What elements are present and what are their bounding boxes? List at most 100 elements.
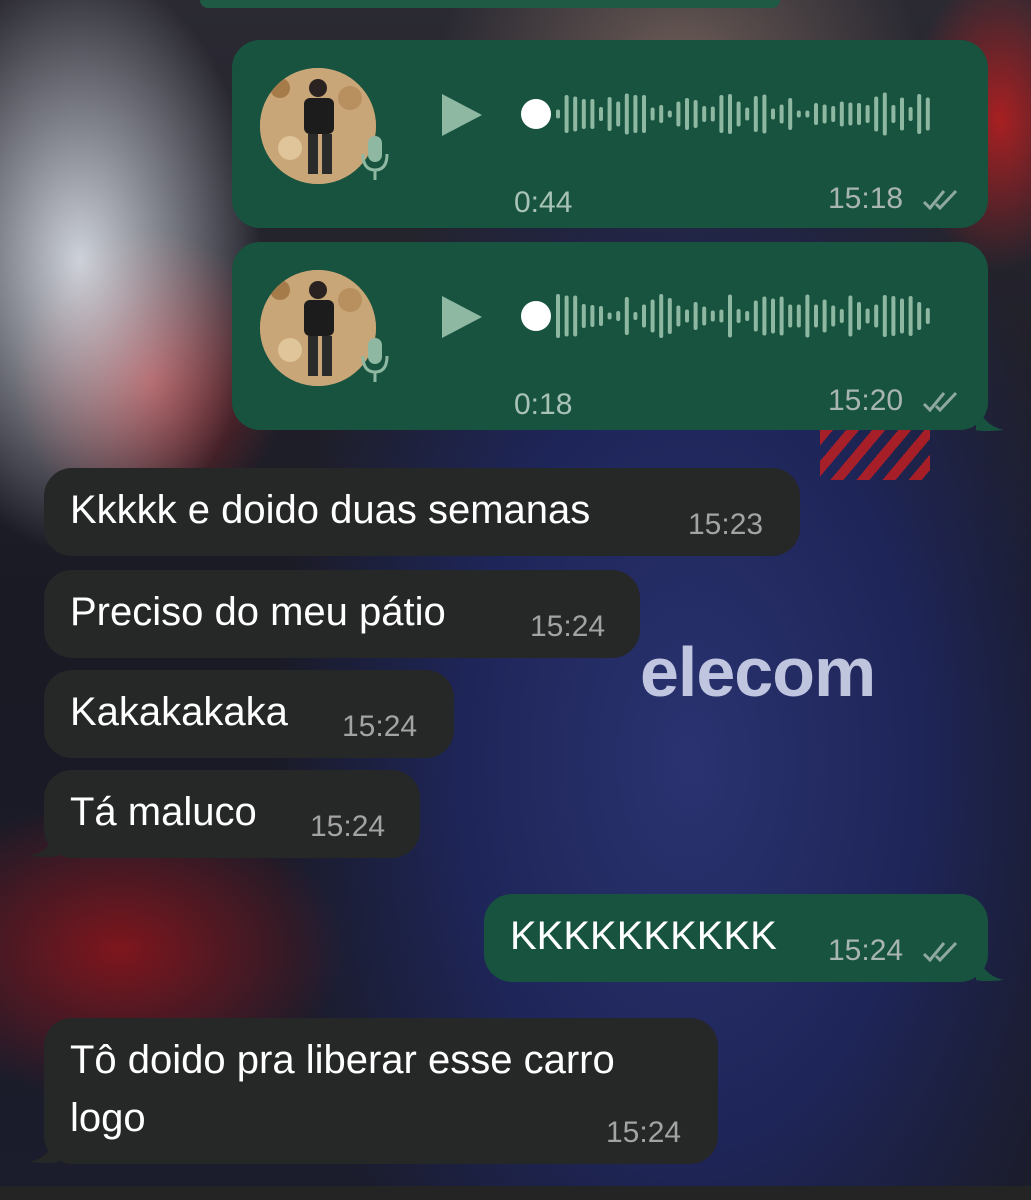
- message-text: Kkkkk e doido duas semanas: [70, 488, 591, 532]
- voice-message-2[interactable]: 0:18 15:20: [232, 242, 988, 430]
- waveform-bar: [642, 95, 646, 133]
- waveform-bar: [753, 300, 758, 332]
- waveform-bar: [659, 294, 664, 338]
- waveform-bar: [556, 294, 560, 338]
- waveform-bar: [908, 296, 913, 336]
- waveform-bar: [925, 97, 930, 131]
- message-text: KKKKKKKKKK: [510, 914, 777, 958]
- waveform-bar: [745, 107, 750, 121]
- message-time: 15:24: [606, 1116, 682, 1149]
- waveform-bar: [891, 105, 896, 123]
- avatar: [260, 270, 376, 386]
- waveform-bar: [917, 94, 922, 134]
- waveform-bar: [599, 306, 603, 326]
- message-time: 15:18: [828, 182, 904, 215]
- waveform-bar: [771, 298, 775, 334]
- waveform-bar: [736, 101, 741, 127]
- waveform-bar: [659, 105, 664, 123]
- waveform-bar: [573, 295, 578, 337]
- message-bubble-outgoing[interactable]: KKKKKKKKKK 15:24: [484, 894, 988, 982]
- waveform[interactable]: [520, 88, 940, 145]
- waveform-bar: [882, 295, 887, 337]
- waveform-bar: [762, 296, 767, 336]
- waveform-bar: [796, 304, 801, 328]
- waveform-bar: [796, 110, 801, 118]
- waveform-bar: [779, 104, 784, 124]
- waveform-bar: [805, 110, 810, 118]
- waveform-bar: [874, 96, 879, 132]
- waveform-bar: [633, 95, 638, 133]
- message-bubble-incoming[interactable]: Kakakakaka 15:24: [44, 670, 454, 758]
- waveform-bar: [925, 308, 930, 324]
- wallpaper-stripe: [820, 430, 930, 480]
- waveform-bar: [882, 92, 887, 136]
- double-check-icon: [922, 188, 964, 217]
- message-text: Kakakakaka: [70, 690, 288, 734]
- waveform-bar: [771, 108, 775, 120]
- waveform-bar: [719, 309, 724, 323]
- message-bubble-incoming[interactable]: Tô doido pra liberar esse carro logo 15:…: [44, 1018, 718, 1164]
- waveform-bar: [839, 101, 844, 127]
- waveform-bar: [702, 306, 707, 326]
- waveform-bar: [900, 298, 904, 334]
- waveform-bar: [753, 96, 758, 132]
- message-bubble-incoming[interactable]: Kkkkk e doido duas semanas 15:23: [44, 468, 800, 556]
- message-text: Tá maluco: [70, 790, 257, 834]
- waveform-bar: [581, 99, 586, 129]
- waveform-bar: [865, 105, 870, 123]
- play-icon[interactable]: [440, 294, 484, 345]
- waveform-bar: [848, 295, 853, 337]
- waveform-bar: [831, 106, 836, 122]
- waveform-bar: [667, 110, 672, 118]
- waveform[interactable]: [520, 290, 940, 347]
- waveform-bar: [564, 95, 569, 133]
- waveform-bar: [702, 106, 707, 122]
- message-time: 15:24: [530, 610, 606, 643]
- waveform-bar: [616, 311, 621, 321]
- double-check-icon: [922, 390, 964, 419]
- waveform-bar: [607, 97, 612, 131]
- message-time: 15:23: [688, 508, 764, 541]
- playback-position-dot: [521, 301, 551, 331]
- voice-message-1[interactable]: 0:44 15:18: [232, 40, 988, 228]
- waveform-bar: [693, 302, 698, 330]
- waveform-bar: [745, 311, 750, 321]
- waveform-bar: [736, 309, 741, 323]
- message-text: Preciso do meu pátio: [70, 590, 446, 634]
- waveform-bar: [607, 312, 612, 320]
- waveform-bar: [814, 103, 818, 125]
- waveform-bar: [556, 109, 560, 119]
- waveform-bar: [650, 299, 655, 333]
- waveform-bar: [779, 296, 784, 336]
- waveform-bar: [865, 308, 870, 324]
- mic-icon: [360, 338, 390, 389]
- waveform-bar: [590, 99, 595, 129]
- message-text-line-2: logo: [70, 1096, 146, 1140]
- previous-message-edge: [200, 0, 780, 8]
- waveform-bar: [676, 305, 681, 327]
- waveform-bar: [891, 296, 896, 336]
- voice-duration: 0:18: [514, 388, 573, 421]
- waveform-bar: [857, 103, 861, 125]
- waveform-bar: [848, 102, 853, 126]
- waveform-bar: [616, 101, 621, 127]
- waveform-bar: [676, 101, 681, 127]
- bottom-bar: [0, 1186, 1031, 1200]
- waveform-bar: [719, 95, 724, 133]
- waveform-bar: [633, 312, 638, 320]
- message-bubble-incoming[interactable]: Preciso do meu pátio 15:24: [44, 570, 640, 658]
- waveform-bar: [710, 310, 715, 322]
- waveform-bar: [667, 298, 672, 334]
- waveform-bar: [857, 302, 861, 330]
- waveform-bar: [874, 304, 879, 328]
- message-bubble-incoming[interactable]: Tá maluco 15:24: [44, 770, 420, 858]
- double-check-icon: [922, 940, 964, 969]
- waveform-bar: [908, 107, 913, 121]
- message-text-line-1: Tô doido pra liberar esse carro: [70, 1038, 615, 1082]
- bubble-tail: [976, 950, 1004, 981]
- play-icon[interactable]: [440, 92, 484, 143]
- mic-icon: [360, 136, 390, 187]
- waveform-bar: [590, 305, 595, 327]
- waveform-bar: [624, 297, 629, 335]
- waveform-bar: [624, 93, 629, 135]
